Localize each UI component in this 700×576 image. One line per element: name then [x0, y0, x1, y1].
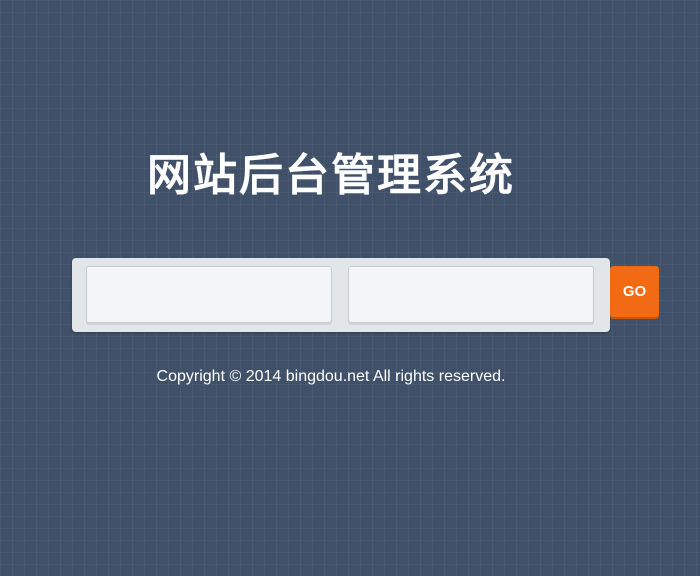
- copyright-text: Copyright © 2014 bingdou.net All rights …: [156, 368, 506, 385]
- login-panel: [72, 258, 610, 332]
- go-button[interactable]: GO: [610, 266, 659, 317]
- page-title: 网站后台管理系统: [147, 150, 515, 201]
- username-field[interactable]: [86, 266, 332, 323]
- password-field[interactable]: [348, 266, 594, 323]
